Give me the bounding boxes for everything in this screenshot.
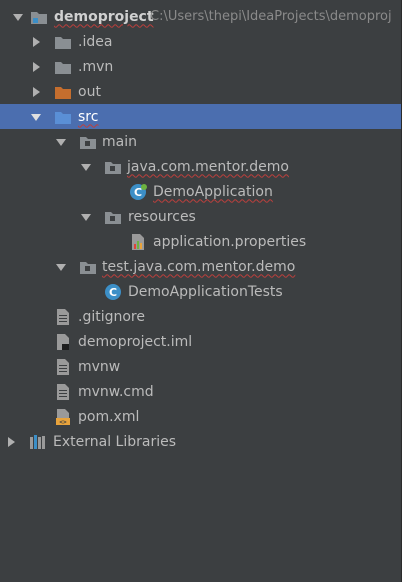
project-tree-panel: demoproject C:\Users\thepi\IdeaProjects\… (0, 0, 402, 582)
chevron-down-icon[interactable] (55, 261, 67, 273)
libraries-icon (29, 433, 47, 451)
chevron-right-icon[interactable] (30, 61, 42, 73)
svg-text:C: C (109, 286, 117, 299)
project-folder-icon (30, 8, 48, 26)
tree-label-pom: pom.xml (78, 408, 140, 425)
tree-label-test-package: test.java.com.mentor.demo (102, 258, 296, 275)
tree-label-demo-application-tests: DemoApplicationTests (128, 283, 283, 300)
tree-row-application-properties[interactable]: application.properties (0, 229, 401, 254)
package-folder-icon (104, 158, 122, 176)
tree-label-iml: demoproject.iml (78, 333, 193, 350)
tree-row-resources[interactable]: resources (0, 204, 401, 229)
project-name: demoproject (54, 8, 154, 25)
package-folder-icon (79, 258, 97, 276)
properties-file-icon (129, 233, 147, 251)
tree-label-idea: .idea (78, 33, 113, 50)
text-file-icon (54, 383, 72, 401)
tree-row-demo-application[interactable]: C DemoApplication (0, 179, 401, 204)
tree-label-java-package: java.com.mentor.demo (127, 158, 289, 175)
tree-row-main[interactable]: main (0, 129, 401, 154)
tree-row-iml[interactable]: demoproject.iml (0, 329, 401, 354)
tree-label-application-properties: application.properties (153, 233, 307, 250)
folder-icon (54, 58, 72, 76)
class-icon: C (104, 283, 122, 301)
chevron-down-icon[interactable] (80, 211, 92, 223)
package-folder-icon (79, 133, 97, 151)
tree-label-gitignore: .gitignore (78, 308, 145, 325)
tree-label-resources: resources (128, 208, 196, 225)
tree-row-gitignore[interactable]: .gitignore (0, 304, 401, 329)
spring-class-icon: C (129, 183, 147, 201)
excluded-folder-icon (54, 83, 72, 101)
tree-row-out[interactable]: out (0, 79, 401, 104)
tree-label-external-libraries: External Libraries (53, 433, 176, 450)
text-file-icon (54, 358, 72, 376)
tree-label-mvn: .mvn (78, 58, 114, 75)
chevron-down-icon[interactable] (12, 11, 24, 23)
tree-label-main: main (102, 133, 137, 150)
chevron-right-icon[interactable] (30, 36, 42, 48)
tree-row-external-libraries[interactable]: External Libraries (0, 429, 401, 454)
chevron-right-icon[interactable] (30, 86, 42, 98)
svg-text:<>: <> (59, 419, 67, 426)
resources-folder-icon (104, 208, 122, 226)
chevron-down-icon[interactable] (30, 111, 42, 123)
tree-row-demo-application-tests[interactable]: C DemoApplicationTests (0, 279, 401, 304)
chevron-down-icon[interactable] (80, 161, 92, 173)
tree-row-mvnw[interactable]: mvnw (0, 354, 401, 379)
folder-icon (54, 33, 72, 51)
text-file-icon (54, 308, 72, 326)
tree-row-java-package[interactable]: java.com.mentor.demo (0, 154, 401, 179)
tree-label-mvnw: mvnw (78, 358, 121, 375)
tree-row-root[interactable]: demoproject C:\Users\thepi\IdeaProjects\… (0, 4, 401, 29)
chevron-right-icon[interactable] (5, 436, 17, 448)
tree-label-src: src (78, 108, 99, 125)
tree-label-demo-application: DemoApplication (153, 183, 273, 200)
tree-row-idea[interactable]: .idea (0, 29, 401, 54)
tree-row-pom[interactable]: <> pom.xml (0, 404, 401, 429)
chevron-down-icon[interactable] (55, 136, 67, 148)
project-path: C:\Users\thepi\IdeaProjects\demoproj (150, 8, 392, 24)
tree-row-mvn[interactable]: .mvn (0, 54, 401, 79)
module-file-icon (54, 333, 72, 351)
tree-row-mvnw-cmd[interactable]: mvnw.cmd (0, 379, 401, 404)
tree-row-test-package[interactable]: test.java.com.mentor.demo (0, 254, 401, 279)
source-folder-icon (54, 108, 72, 126)
tree-label-out: out (78, 83, 101, 100)
svg-text:C: C (134, 186, 142, 199)
tree-row-src[interactable]: src (0, 104, 401, 129)
tree-label-mvnw-cmd: mvnw.cmd (78, 383, 154, 400)
xml-file-icon: <> (54, 408, 72, 426)
